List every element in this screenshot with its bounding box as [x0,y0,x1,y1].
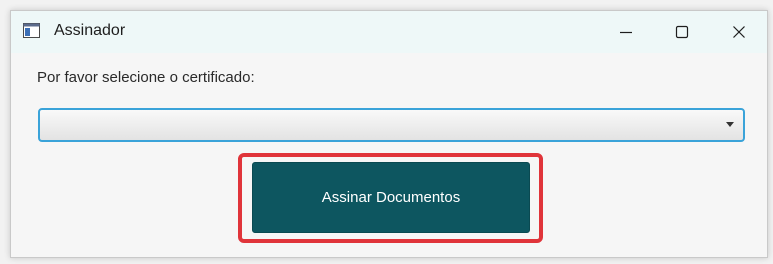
certificate-select[interactable] [38,108,745,142]
close-icon [733,26,745,38]
minimize-icon [620,31,632,34]
sign-documents-button[interactable]: Assinar Documentos [252,162,530,233]
maximize-button[interactable] [654,11,710,53]
window-title: Assinador [54,22,126,39]
app-window: Assinador Por favor selecione o certific… [10,10,768,258]
maximize-icon [675,25,689,39]
app-icon [23,23,40,38]
chevron-down-icon [726,122,734,127]
title-bar: Assinador [11,11,767,53]
minimize-button[interactable] [598,11,654,53]
certificate-prompt-label: Por favor selecione o certificado: [37,69,255,86]
close-button[interactable] [711,11,767,53]
